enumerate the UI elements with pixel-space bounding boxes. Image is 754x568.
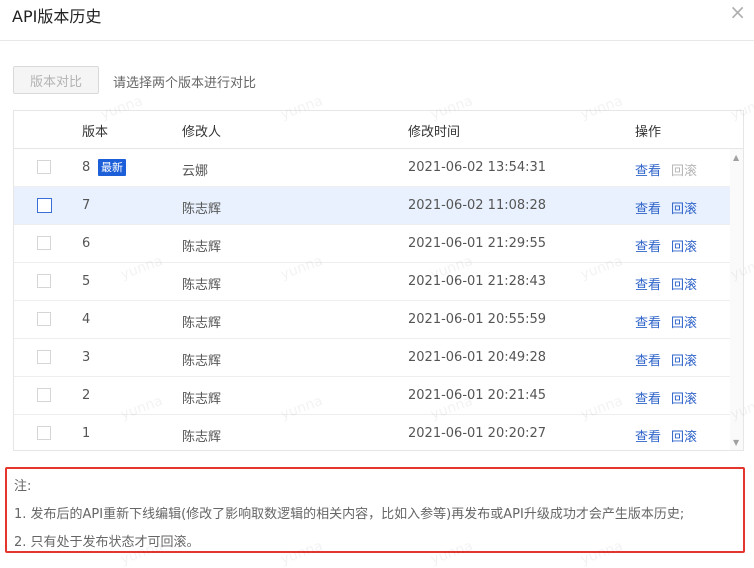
view-link[interactable]: 查看 [635,274,661,293]
row-time: 2021-06-01 20:20:27 [408,426,547,441]
table-row[interactable]: 5 陈志辉 2021-06-01 21:28:43 查看 回滚 [14,263,730,301]
row-time: 2021-06-02 11:08:28 [408,198,547,213]
row-checkbox[interactable] [37,160,51,174]
row-checkbox[interactable] [37,350,51,364]
row-editor: 陈志辉 [182,430,222,445]
row-version: 1 [82,426,91,441]
rollback-link[interactable]: 回滚 [671,388,697,407]
rollback-link[interactable]: 回滚 [671,312,697,331]
scroll-down-icon[interactable]: ▼ [733,438,739,447]
table-row[interactable]: 8 最新 云娜 2021-06-02 13:54:31 查看 回滚 [14,149,730,187]
row-checkbox[interactable] [37,388,51,402]
rollback-link[interactable]: 回滚 [671,236,697,255]
row-version: 7 [82,198,91,213]
compare-button[interactable]: 版本对比 [13,66,99,94]
column-header-editor: 修改人 [182,125,222,140]
row-time: 2021-06-01 20:49:28 [408,350,547,365]
row-editor: 陈志辉 [182,354,222,369]
rollback-link[interactable]: 回滚 [671,274,697,293]
row-version: 5 [82,274,91,289]
view-link[interactable]: 查看 [635,388,661,407]
row-editor: 陈志辉 [182,392,222,407]
close-icon[interactable]: × [729,2,746,22]
row-time: 2021-06-01 21:28:43 [408,274,547,289]
row-editor: 陈志辉 [182,278,222,293]
compare-hint: 请选择两个版本进行对比 [113,76,257,91]
row-time: 2021-06-02 13:54:31 [408,160,547,175]
row-checkbox[interactable] [37,426,51,440]
row-time: 2021-06-01 21:29:55 [408,236,547,251]
note-line-1: 1. 发布后的API重新下线编辑(修改了影响取数逻辑的相关内容，比如入参等)再发… [14,507,685,522]
row-checkbox[interactable] [37,274,51,288]
table-row[interactable]: 1 陈志辉 2021-06-01 20:20:27 查看 回滚 [14,415,730,450]
column-header-time: 修改时间 [408,125,461,140]
rollback-link[interactable]: 回滚 [671,426,697,445]
view-link[interactable]: 查看 [635,426,661,445]
row-checkbox[interactable] [37,198,52,213]
table-row[interactable]: 4 陈志辉 2021-06-01 20:55:59 查看 回滚 [14,301,730,339]
row-checkbox[interactable] [37,312,51,326]
row-version: 6 [82,236,91,251]
view-link[interactable]: 查看 [635,160,661,179]
rollback-link[interactable]: 回滚 [671,198,697,217]
rollback-link[interactable]: 回滚 [671,350,697,369]
version-table: 版本 修改人 修改时间 操作 8 最新 云娜 2021-06-02 13:54:31 查… [13,110,744,451]
notes-box: 注: 1. 发布后的API重新下线编辑(修改了影响取数逻辑的相关内容，比如入参等… [5,467,745,553]
view-link[interactable]: 查看 [635,312,661,331]
scroll-up-icon[interactable]: ▲ [733,153,739,162]
row-time: 2021-06-01 20:55:59 [408,312,547,327]
row-version: 3 [82,350,91,365]
notes-heading: 注: [14,479,32,494]
dialog-header: API版本历史 × [0,0,754,41]
column-header-actions: 操作 [635,125,662,140]
row-editor: 云娜 [182,164,209,179]
table-scrollbar[interactable]: ▲ ▼ [730,149,743,450]
latest-badge: 最新 [98,159,126,176]
row-version: 4 [82,312,91,327]
table-row[interactable]: 6 陈志辉 2021-06-01 21:29:55 查看 回滚 [14,225,730,263]
table-body: 8 最新 云娜 2021-06-02 13:54:31 查看 回滚 7 陈志辉 2021-06-… [14,149,730,450]
row-editor: 陈志辉 [182,316,222,331]
row-version: 2 [82,388,91,403]
row-editor: 陈志辉 [182,202,222,217]
table-row[interactable]: 2 陈志辉 2021-06-01 20:21:45 查看 回滚 [14,377,730,415]
view-link[interactable]: 查看 [635,236,661,255]
dialog-title: API版本历史 [12,7,102,26]
table-row[interactable]: 3 陈志辉 2021-06-01 20:49:28 查看 回滚 [14,339,730,377]
view-link[interactable]: 查看 [635,198,661,217]
row-version: 8 [82,160,91,175]
row-time: 2021-06-01 20:21:45 [408,388,547,403]
table-row[interactable]: 7 陈志辉 2021-06-02 11:08:28 查看 回滚 [14,187,730,225]
table-header: 版本 修改人 修改时间 操作 [14,111,743,149]
view-link[interactable]: 查看 [635,350,661,369]
note-line-2: 2. 只有处于发布状态才可回滚。 [14,535,200,550]
version-history-dialog: API版本历史 × 版本对比 请选择两个版本进行对比 版本 修改人 修改时间 操… [0,0,754,563]
row-checkbox[interactable] [37,236,51,250]
column-header-version: 版本 [82,125,109,140]
row-editor: 陈志辉 [182,240,222,255]
rollback-link: 回滚 [671,164,698,179]
